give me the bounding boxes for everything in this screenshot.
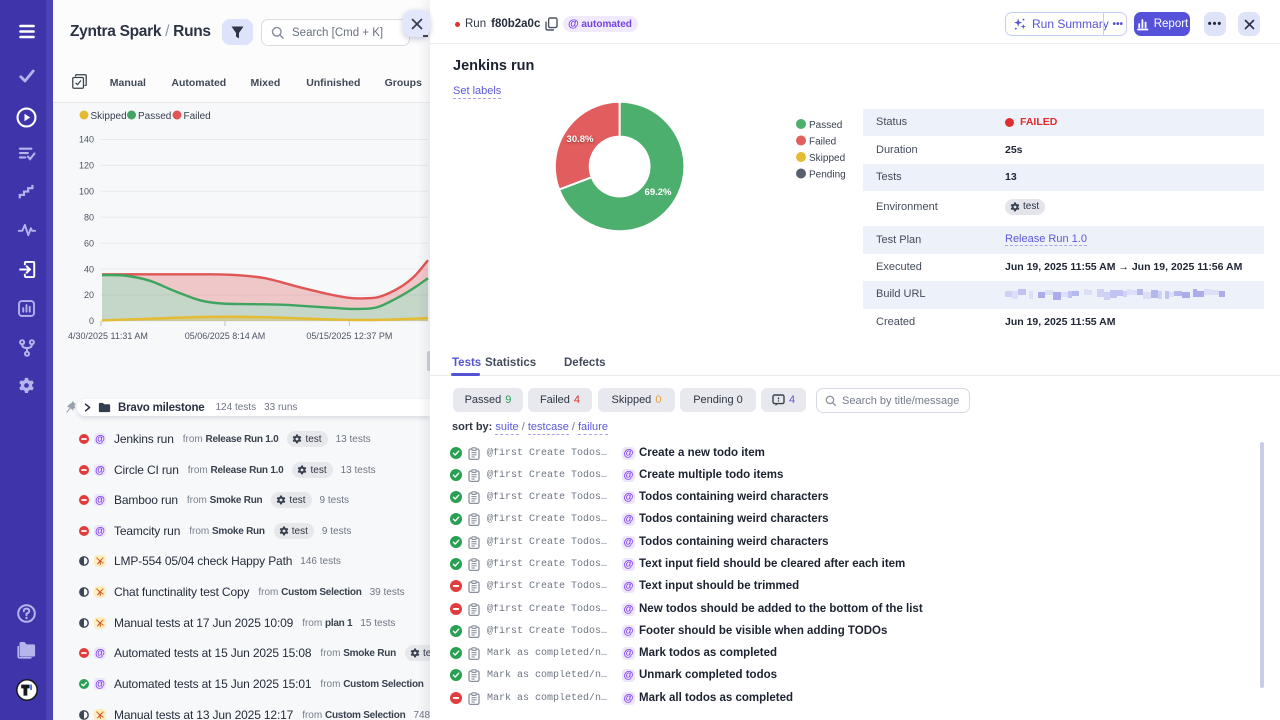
svg-text:100: 100 xyxy=(79,187,94,197)
svg-text:Skipped: Skipped xyxy=(809,153,845,164)
svg-text:05/06/2025 8:14 AM: 05/06/2025 8:14 AM xyxy=(185,331,266,341)
svg-text:05/15/2025 12:37 PM: 05/15/2025 12:37 PM xyxy=(306,331,392,341)
svg-text:20: 20 xyxy=(84,290,94,300)
svg-text:Pending: Pending xyxy=(809,170,846,181)
svg-text:Failed: Failed xyxy=(809,137,836,148)
svg-text:Passed: Passed xyxy=(138,111,171,122)
svg-text:60: 60 xyxy=(84,238,94,248)
svg-text:80: 80 xyxy=(84,212,94,222)
svg-text:140: 140 xyxy=(79,135,94,145)
svg-text:Failed: Failed xyxy=(184,111,211,122)
svg-text:69.2%: 69.2% xyxy=(645,187,672,198)
svg-text:30.8%: 30.8% xyxy=(567,134,594,145)
svg-text:40: 40 xyxy=(84,264,94,274)
svg-text:4/30/2025 11:31 AM: 4/30/2025 11:31 AM xyxy=(68,331,148,341)
svg-text:Passed: Passed xyxy=(809,120,842,131)
svg-text:Skipped: Skipped xyxy=(91,111,127,122)
svg-text:0: 0 xyxy=(89,316,94,326)
svg-text:120: 120 xyxy=(79,161,94,171)
